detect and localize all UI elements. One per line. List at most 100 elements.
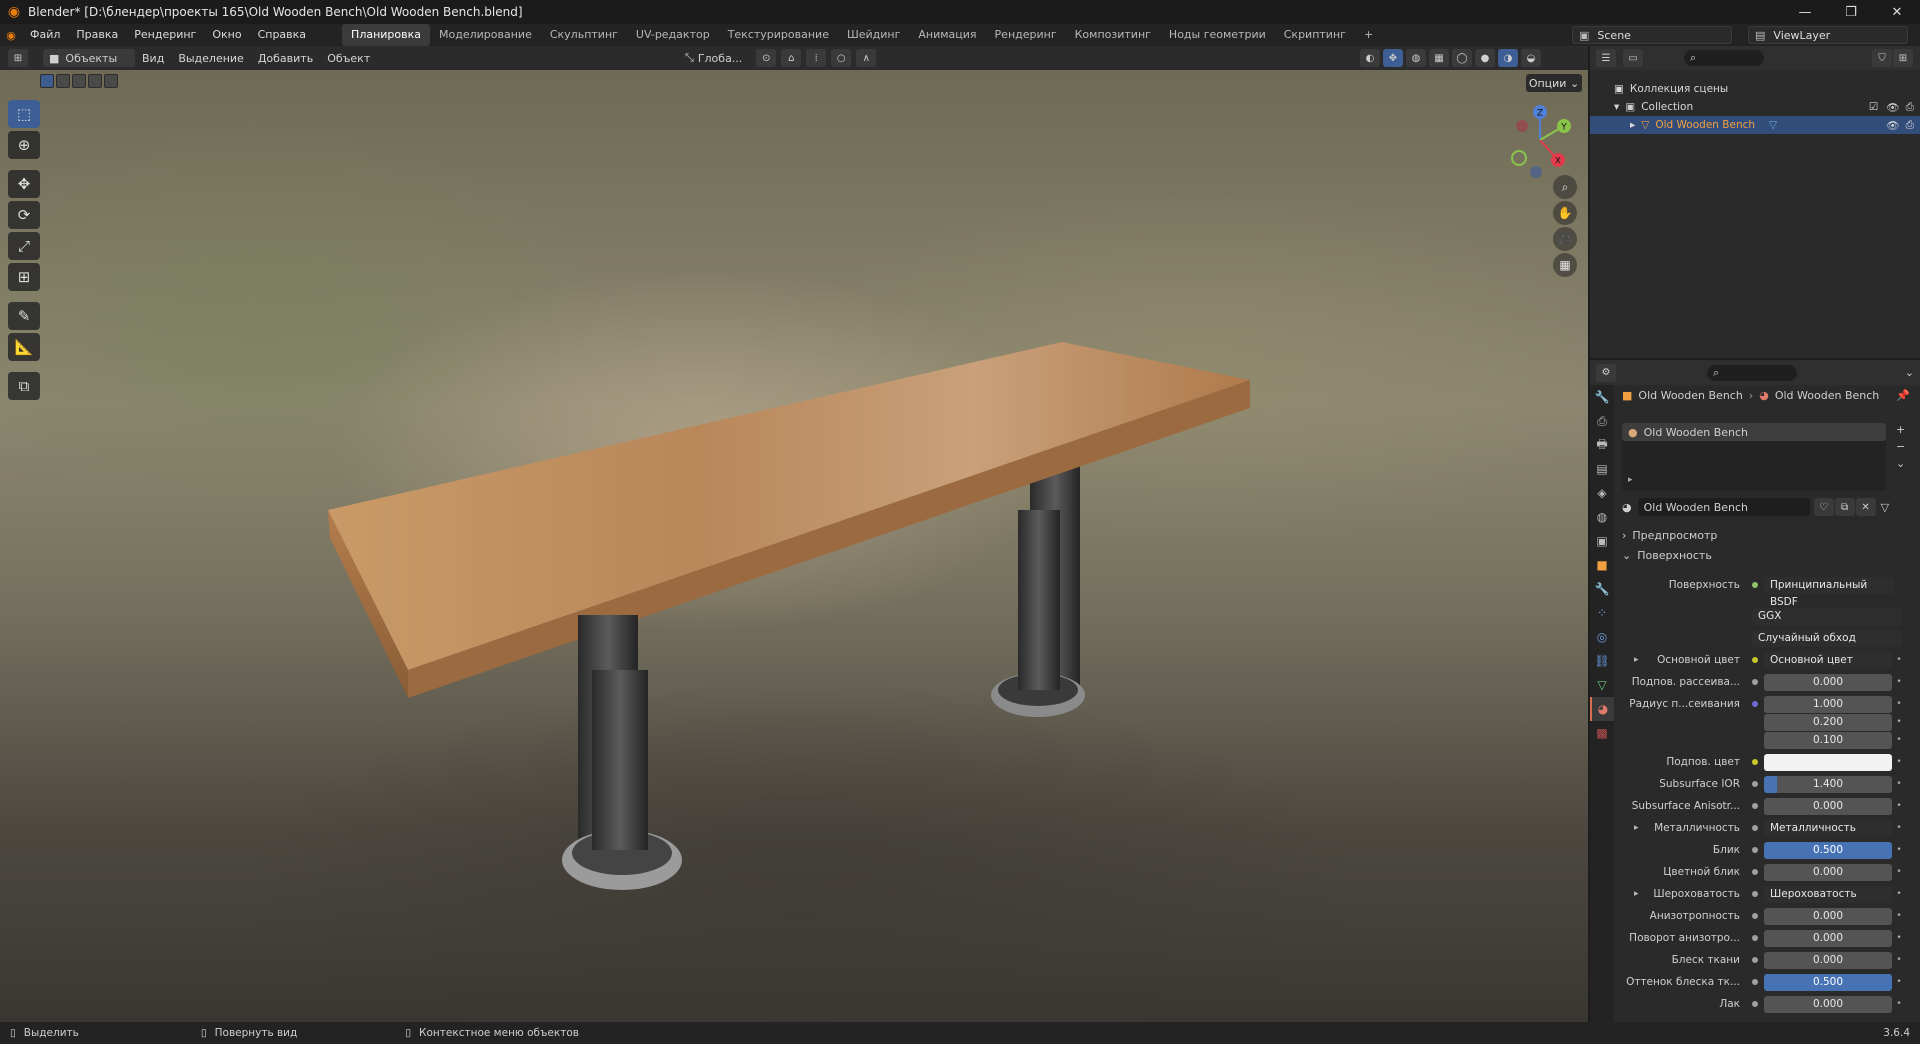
pin-icon[interactable]: 📌 bbox=[1896, 389, 1910, 402]
fake-user-icon[interactable]: ♡ bbox=[1813, 498, 1834, 516]
material-name-field[interactable]: Old Wooden Bench bbox=[1637, 498, 1810, 516]
proportional-edit-icon[interactable]: ○ bbox=[831, 49, 852, 67]
property-value-field[interactable]: 0.000 bbox=[1764, 673, 1892, 691]
tab-layout[interactable]: Планировка bbox=[342, 24, 431, 46]
snap-target-icon[interactable]: ⦙ bbox=[806, 49, 827, 67]
menu-edit[interactable]: Правка bbox=[68, 24, 126, 46]
keyframe-icon[interactable]: • bbox=[1892, 677, 1906, 687]
tab-animation[interactable]: Анимация bbox=[909, 24, 985, 46]
world-tab-icon[interactable]: ◍ bbox=[1590, 505, 1614, 529]
3d-viewport[interactable]: Z Y X bbox=[0, 70, 1588, 1022]
camera-icon[interactable]: ⎙ bbox=[1906, 119, 1914, 132]
property-value-field[interactable]: Шероховатость bbox=[1764, 885, 1892, 903]
tab-shading[interactable]: Шейдинг bbox=[838, 24, 909, 46]
rotate-icon[interactable]: ⟳ bbox=[8, 201, 40, 229]
options-dropdown[interactable]: Опции ⌄ bbox=[1526, 74, 1582, 92]
keyframe-icon[interactable]: • bbox=[1892, 955, 1906, 965]
pan-hand-icon[interactable]: ✋ bbox=[1553, 201, 1577, 225]
duplicate-material-icon[interactable]: ⧉ bbox=[1834, 498, 1855, 516]
camera-icon[interactable]: ⎙ bbox=[1906, 101, 1914, 114]
visibility-icon[interactable]: ◐ bbox=[1360, 49, 1380, 67]
menu-add[interactable]: Добавить bbox=[251, 52, 320, 65]
panel-preview[interactable]: › Предпросмотр bbox=[1622, 529, 1717, 542]
property-value-field[interactable]: 0.000 bbox=[1764, 951, 1892, 969]
expand-arrow-icon[interactable]: ▾ bbox=[1614, 101, 1619, 113]
move-icon[interactable]: ✥ bbox=[8, 170, 40, 198]
tab-compositing[interactable]: Композитинг bbox=[1066, 24, 1160, 46]
snap-icon[interactable]: ⌂ bbox=[781, 49, 802, 67]
property-value-field[interactable]: 0.100 bbox=[1764, 731, 1892, 749]
tab-rendering[interactable]: Рендеринг bbox=[986, 24, 1066, 46]
expand-arrow-icon[interactable]: ▸ bbox=[1634, 889, 1639, 899]
tab-geometry-nodes[interactable]: Ноды геометрии bbox=[1160, 24, 1275, 46]
close-button[interactable]: ✕ bbox=[1874, 0, 1920, 24]
property-value-field[interactable]: Металличность bbox=[1764, 819, 1892, 837]
overlay-toggle-icon[interactable]: ◍ bbox=[1406, 49, 1426, 67]
keyframe-icon[interactable]: • bbox=[1892, 889, 1906, 899]
select-box-icon[interactable]: ⬚ bbox=[8, 100, 40, 128]
select-extend-icon[interactable] bbox=[56, 74, 70, 88]
maximize-button[interactable]: ❐ bbox=[1828, 0, 1874, 24]
keyframe-icon[interactable]: • bbox=[1892, 911, 1906, 921]
object-tab-icon[interactable]: ■ bbox=[1590, 553, 1614, 577]
keyframe-icon[interactable]: • bbox=[1892, 845, 1906, 855]
mode-selector[interactable]: ■ Объекты bbox=[43, 49, 135, 67]
eye-icon[interactable]: 👁 bbox=[1886, 119, 1899, 132]
property-value-field[interactable]: 0.000 bbox=[1764, 907, 1892, 925]
distribution-dropdown[interactable]: GGX bbox=[1752, 607, 1902, 625]
output-tab-icon[interactable]: 🖶 bbox=[1590, 433, 1614, 457]
property-value-field[interactable]: 1.000 bbox=[1764, 695, 1892, 713]
properties-search-input[interactable]: ⌕ bbox=[1707, 364, 1797, 381]
scene-selector[interactable]: ▣ Scene bbox=[1572, 26, 1732, 44]
wireframe-shading-icon[interactable]: ◯ bbox=[1452, 49, 1472, 67]
tab-modeling[interactable]: Моделирование bbox=[430, 24, 541, 46]
viewlayer-selector[interactable]: ▤ ViewLayer bbox=[1748, 26, 1908, 44]
property-value-field[interactable]: 0.000 bbox=[1764, 797, 1892, 815]
collection-tab-icon[interactable]: ▣ bbox=[1590, 529, 1614, 553]
transform-orientation[interactable]: Глоба... bbox=[698, 52, 742, 65]
property-value-field[interactable]: 0.000 bbox=[1764, 863, 1892, 881]
object-data-tab-icon[interactable]: ▽ bbox=[1590, 673, 1614, 697]
keyframe-icon[interactable]: • bbox=[1892, 655, 1906, 665]
outliner-row-scene-collection[interactable]: ▣ Коллекция сцены bbox=[1590, 80, 1920, 98]
navigation-gizmo[interactable]: Z Y X bbox=[1500, 100, 1580, 180]
menu-view[interactable]: Вид bbox=[135, 52, 171, 65]
property-value-field[interactable]: 0.500 bbox=[1764, 841, 1892, 859]
view-layer-tab-icon[interactable]: ▤ bbox=[1590, 457, 1614, 481]
property-value-field[interactable]: 0.500 bbox=[1764, 973, 1892, 991]
add-slot-icon[interactable]: + bbox=[1896, 423, 1905, 436]
pivot-icon[interactable]: ⊙ bbox=[756, 49, 777, 67]
select-intersect-icon[interactable] bbox=[104, 74, 118, 88]
remove-slot-icon[interactable]: − bbox=[1896, 440, 1905, 453]
keyframe-icon[interactable]: • bbox=[1892, 933, 1906, 943]
expand-arrow-icon[interactable]: ▸ bbox=[1630, 119, 1635, 131]
keyframe-icon[interactable]: • bbox=[1892, 717, 1906, 727]
keyframe-icon[interactable]: • bbox=[1892, 867, 1906, 877]
outliner-row-collection[interactable]: ▾ ▣ Collection ☑ 👁 ⎙ bbox=[1590, 98, 1920, 116]
property-value-field[interactable]: Основной цвет bbox=[1764, 651, 1892, 669]
eye-icon[interactable]: 👁 bbox=[1886, 101, 1899, 114]
property-value-field[interactable]: 0.200 bbox=[1764, 713, 1892, 731]
keyframe-icon[interactable]: • bbox=[1892, 757, 1906, 767]
select-subtract-icon[interactable] bbox=[72, 74, 86, 88]
menu-window[interactable]: Окно bbox=[204, 24, 249, 46]
menu-select[interactable]: Выделение bbox=[171, 52, 251, 65]
cursor-icon[interactable]: ⊕ bbox=[8, 131, 40, 159]
select-invert-icon[interactable] bbox=[88, 74, 102, 88]
annotate-icon[interactable]: ✎ bbox=[8, 302, 40, 330]
zoom-icon[interactable]: ⌕ bbox=[1553, 175, 1577, 199]
keyframe-icon[interactable]: • bbox=[1892, 999, 1906, 1009]
material-shading-icon[interactable]: ◑ bbox=[1498, 49, 1518, 67]
expand-arrow-icon[interactable]: ▸ bbox=[1634, 823, 1639, 833]
camera-view-icon[interactable]: 🎥 bbox=[1553, 227, 1577, 251]
expand-arrow-icon[interactable]: ▸ bbox=[1634, 655, 1639, 665]
tab-uv-editing[interactable]: UV-редактор bbox=[627, 24, 719, 46]
material-browse-icon[interactable]: ◕ bbox=[1622, 501, 1632, 514]
transform-icon[interactable]: ⊞ bbox=[8, 263, 40, 291]
subsurface-method-dropdown[interactable]: Случайный обход bbox=[1752, 629, 1902, 647]
slot-menu-icon[interactable]: ⌄ bbox=[1896, 457, 1905, 470]
tool-tab-icon[interactable]: 🔧 bbox=[1590, 385, 1614, 409]
measure-icon[interactable]: 📐 bbox=[8, 333, 40, 361]
material-slot-item[interactable]: ● Old Wooden Bench bbox=[1622, 423, 1886, 441]
physics-tab-icon[interactable]: ◎ bbox=[1590, 625, 1614, 649]
